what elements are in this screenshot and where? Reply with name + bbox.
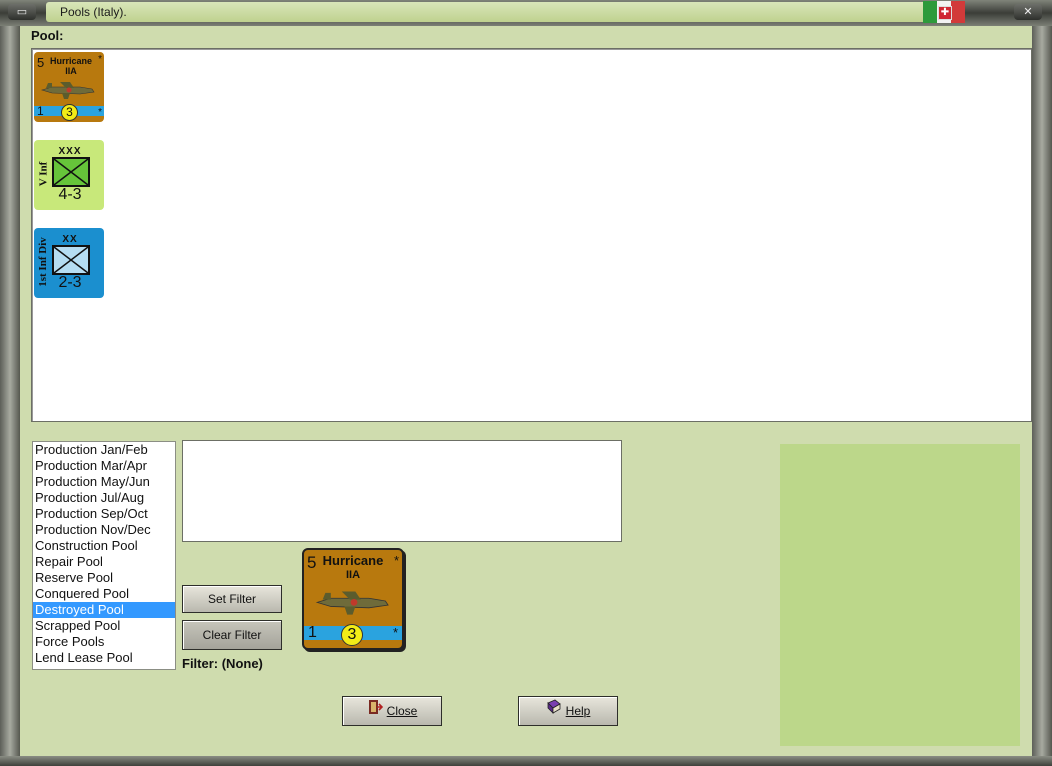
bottom-frame: [0, 756, 1052, 766]
counter-range: 3: [61, 104, 78, 121]
counter-range: 3: [341, 624, 363, 646]
unit-combat-value: 4-3: [58, 186, 82, 203]
pool-list-item[interactable]: Production Mar/Apr: [33, 458, 175, 474]
pool-list-item-selected[interactable]: Destroyed Pool: [33, 602, 175, 618]
counter-bottom-right: *: [98, 107, 102, 118]
pool-list-item[interactable]: Lend Lease Pool: [33, 650, 175, 666]
system-menu-button[interactable]: ▭: [8, 4, 36, 20]
pool-list-item[interactable]: Construction Pool: [33, 538, 175, 554]
unit-size: XXX: [58, 146, 82, 157]
air-unit-counter[interactable]: 5 Hurricane IIA * 1 3 *: [34, 52, 104, 122]
pool-list-item[interactable]: Production May/Jun: [33, 474, 175, 490]
help-button[interactable]: Help: [518, 696, 618, 726]
pool-list-item[interactable]: Production Jan/Feb: [33, 442, 175, 458]
infantry-counter-v-inf[interactable]: V Inf XXX 4-3: [34, 140, 104, 210]
pool-list-item[interactable]: Scrapped Pool: [33, 618, 175, 634]
infantry-counter-1st-inf-div[interactable]: 1st Inf Div XX 2-3: [34, 228, 104, 298]
pool-list-item[interactable]: Force Pools: [33, 634, 175, 650]
right-frame: [1032, 26, 1052, 756]
infantry-symbol-icon: [52, 157, 90, 187]
pool-list-item[interactable]: Production Nov/Dec: [33, 522, 175, 538]
counter-strength: 5: [37, 55, 45, 70]
unit-size: XX: [62, 234, 78, 245]
title-bar-center: Pools (Italy).: [46, 2, 926, 22]
pool-list[interactable]: Production Jan/Feb Production Mar/Apr Pr…: [32, 441, 176, 670]
selected-unit-counter: 5 Hurricane IIA * 1 3 *: [302, 548, 404, 650]
counter-bottom-left: 1: [37, 104, 44, 118]
window-title: Pools (Italy).: [60, 5, 127, 19]
set-filter-button[interactable]: Set Filter: [182, 585, 282, 613]
help-button-label: Help: [565, 704, 591, 718]
pool-list-item[interactable]: Production Jul/Aug: [33, 490, 175, 506]
clear-filter-button[interactable]: Clear Filter: [182, 620, 282, 650]
pool-label: Pool:: [31, 28, 64, 43]
exit-door-icon: [367, 697, 383, 725]
counter-star: *: [98, 54, 102, 65]
pool-list-item[interactable]: Production Sep/Oct: [33, 506, 175, 522]
unit-combat-value: 2-3: [58, 274, 82, 291]
pool-area: 5 Hurricane IIA * 1 3 * V Inf XXX 4-3 1s…: [31, 48, 1032, 422]
counter-bottom-right: *: [392, 625, 398, 640]
close-button-label: Close: [386, 704, 418, 718]
title-bar: ▭ Pools (Italy). ✚ ✕: [0, 0, 1052, 26]
pool-list-item[interactable]: Reserve Pool: [33, 570, 175, 586]
pool-list-item[interactable]: Repair Pool: [33, 554, 175, 570]
side-panel: [780, 444, 1020, 746]
left-frame: [0, 26, 20, 756]
counter-star: *: [393, 553, 399, 568]
infantry-symbol-icon: [52, 245, 90, 275]
italy-flag-icon: ✚: [923, 1, 965, 23]
counter-name: Hurricane IIA: [49, 56, 93, 76]
close-button[interactable]: Close: [342, 696, 442, 726]
pool-list-item[interactable]: Conquered Pool: [33, 586, 175, 602]
fighter-plane-icon: [40, 82, 95, 99]
unit-info-box: [182, 440, 622, 542]
counter-strength: 5: [307, 553, 317, 572]
help-book-icon: [546, 697, 562, 725]
close-window-button[interactable]: ✕: [1014, 4, 1042, 20]
counter-bottom-left: 1: [308, 624, 317, 641]
fighter-plane-icon: [315, 591, 389, 615]
filter-status: Filter: (None): [182, 656, 263, 671]
counter-name: Hurricane IIA: [322, 553, 384, 582]
